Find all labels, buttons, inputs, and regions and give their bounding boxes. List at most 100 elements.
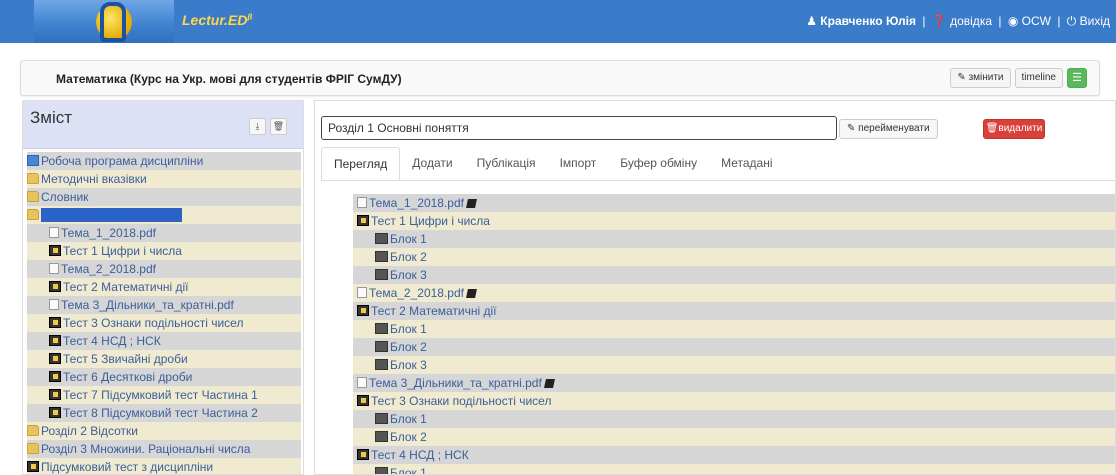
sidebar-item[interactable]: Тест 2 Математичні дії	[27, 278, 301, 296]
sidebar-item[interactable]: Тема_1_2018.pdf	[27, 224, 301, 242]
sidebar-item[interactable]: Розділ 2 Відсотки	[27, 422, 301, 440]
sidebar-item-label: Словник	[41, 190, 89, 204]
content-item[interactable]: Тема 3_Дільники_та_кратні.pdf	[353, 374, 1115, 392]
sidebar-item[interactable]: Тест 7 Підсумковий тест Частина 1	[27, 386, 301, 404]
ocw-link[interactable]: OCW	[1022, 14, 1051, 28]
content-item[interactable]: Блок 1	[353, 410, 1115, 428]
test-icon	[27, 461, 39, 472]
pdf-file-icon	[49, 299, 59, 310]
tab-item[interactable]: Імпорт	[548, 147, 609, 181]
sidebar-item[interactable]: Словник	[27, 188, 301, 206]
content-item[interactable]: Тест 2 Математичні дії	[353, 302, 1115, 320]
trash-icon: 🗑	[272, 121, 285, 131]
delete-button[interactable]: 🗑видалити	[983, 119, 1045, 139]
sidebar-item[interactable]: Методичні вказівки	[27, 170, 301, 188]
sidebar-item[interactable]: Тест 1 Цифри і числа	[27, 242, 301, 260]
sidebar-item-label: Тест 6 Десяткові дроби	[63, 370, 193, 384]
sidebar-item[interactable]: Тест 8 Підсумковий тест Частина 2	[27, 404, 301, 422]
tab-item[interactable]: Додати	[400, 147, 464, 181]
course-header: Математика (Курс на Укр. мові для студен…	[20, 60, 1100, 96]
edit-course-button[interactable]: ✎ змінити	[950, 68, 1011, 88]
logo-hand	[100, 2, 126, 42]
sidebar-item[interactable]: Тест 4 НСД ; НСК	[27, 332, 301, 350]
content-tree: Тема_1_2018.pdf Тест 1 Цифри і числа Блок …	[353, 194, 1115, 474]
timeline-button[interactable]: timeline	[1014, 68, 1063, 88]
sidebar-item[interactable]: Розділ 3 Множини. Раціональні числа	[27, 440, 301, 458]
separator: |	[998, 14, 1002, 28]
sidebar-item[interactable]: Розділ 1 Основні поняття	[27, 206, 301, 224]
sidebar-item-label: Тест 8 Підсумковий тест Частина 2	[63, 406, 258, 420]
sidebar-item-label: Тема 3_Дільники_та_кратні.pdf	[61, 298, 234, 312]
content-item[interactable]: Тема_2_2018.pdf	[353, 284, 1115, 302]
content-item-label: Блок 1	[390, 322, 427, 336]
delete-label: видалити	[998, 123, 1043, 134]
content-item[interactable]: Блок 1	[353, 464, 1115, 474]
sidebar-item[interactable]: Тема 3_Дільники_та_кратні.pdf	[27, 296, 301, 314]
help-icon: ❓	[931, 14, 947, 28]
book-icon[interactable]	[466, 289, 477, 298]
folder-icon	[27, 209, 39, 220]
content-item[interactable]: Блок 2	[353, 428, 1115, 446]
sidebar-item[interactable]: Тест 5 Звичайні дроби	[27, 350, 301, 368]
brand-name[interactable]: Lectur.EDβ	[182, 12, 252, 28]
folder-icon	[27, 443, 39, 454]
help-link[interactable]: довідка	[950, 14, 992, 28]
content-item-label: Блок 1	[390, 412, 427, 426]
content-item[interactable]: Блок 2	[353, 248, 1115, 266]
sidebar-item-label: Розділ 3 Множини. Раціональні числа	[41, 442, 251, 456]
exit-link[interactable]: Вихід	[1080, 14, 1110, 28]
user-name-link[interactable]: Кравченко Юлія	[820, 14, 916, 28]
content-item[interactable]: Тест 1 Цифри і числа	[353, 212, 1115, 230]
rename-button[interactable]: ✎ перейменувати	[839, 119, 938, 139]
block-icon	[375, 269, 388, 280]
content-item[interactable]: Тема_1_2018.pdf	[353, 194, 1115, 212]
book-icon[interactable]	[543, 379, 555, 388]
test-icon	[49, 281, 61, 292]
sidebar-item[interactable]: Тест 6 Десяткові дроби	[27, 368, 301, 386]
app-logo[interactable]	[34, 0, 174, 43]
sidebar-item[interactable]: Тема_2_2018.pdf	[27, 260, 301, 278]
content-item[interactable]: Тест 4 НСД ; НСК	[353, 446, 1115, 464]
book-icon[interactable]	[466, 199, 477, 208]
sidebar-item-label: Тест 3 Ознаки подільності чисел	[63, 316, 244, 330]
tab-bar: Перегляд Додати Публікація Імпорт Буфер обмі…	[321, 147, 785, 181]
content-item[interactable]: Блок 3	[353, 266, 1115, 284]
tab-item[interactable]: Метадані	[709, 147, 784, 181]
block-icon	[375, 413, 388, 424]
sidebar-item[interactable]: Підсумковий тест з дисципліни	[27, 458, 301, 474]
tab-item[interactable]: Буфер обміну	[608, 147, 709, 181]
test-icon	[357, 215, 369, 226]
sidebar-item-label: Тест 7 Підсумковий тест Частина 1	[63, 388, 258, 402]
test-icon	[49, 371, 61, 382]
sidebar-tree: Робоча програма дисципліни Методичні вказ…	[27, 152, 301, 474]
pdf-file-icon	[357, 197, 367, 208]
pdf-file-icon	[357, 377, 367, 388]
test-icon	[357, 305, 369, 316]
download-button[interactable]: ⤓	[249, 118, 266, 135]
trash-button[interactable]: 🗑	[270, 118, 287, 135]
top-navbar: Lectur.EDβ ♟ Кравченко Юлія | ❓ довідка …	[0, 0, 1116, 43]
content-item-label: Блок 3	[390, 268, 427, 282]
tab-item[interactable]: Публікація	[465, 147, 548, 181]
section-name-input[interactable]	[321, 116, 837, 140]
list-menu-button[interactable]: ☰	[1067, 68, 1087, 88]
sidebar-item[interactable]: Тест 3 Ознаки подільності чисел	[27, 314, 301, 332]
content-item[interactable]: Блок 3	[353, 356, 1115, 374]
edit-icon: ✎	[847, 123, 856, 134]
test-icon	[49, 407, 61, 418]
test-icon	[357, 395, 369, 406]
tab-item[interactable]: Перегляд	[321, 147, 401, 181]
block-icon	[375, 341, 388, 352]
download-icon: ⤓	[255, 121, 260, 131]
block-icon	[375, 251, 388, 262]
content-item[interactable]: Тест 3 Ознаки подільності чисел	[353, 392, 1115, 410]
pencil-icon: ✎	[957, 72, 966, 83]
content-item[interactable]: Блок 1	[353, 230, 1115, 248]
pdf-file-icon	[49, 263, 59, 274]
block-icon	[375, 323, 388, 334]
content-item[interactable]: Блок 2	[353, 338, 1115, 356]
sidebar-item[interactable]: Робоча програма дисципліни	[27, 152, 301, 170]
content-item[interactable]: Блок 1	[353, 320, 1115, 338]
separator: |	[1057, 14, 1061, 28]
eye-icon: ◉	[1007, 14, 1019, 28]
